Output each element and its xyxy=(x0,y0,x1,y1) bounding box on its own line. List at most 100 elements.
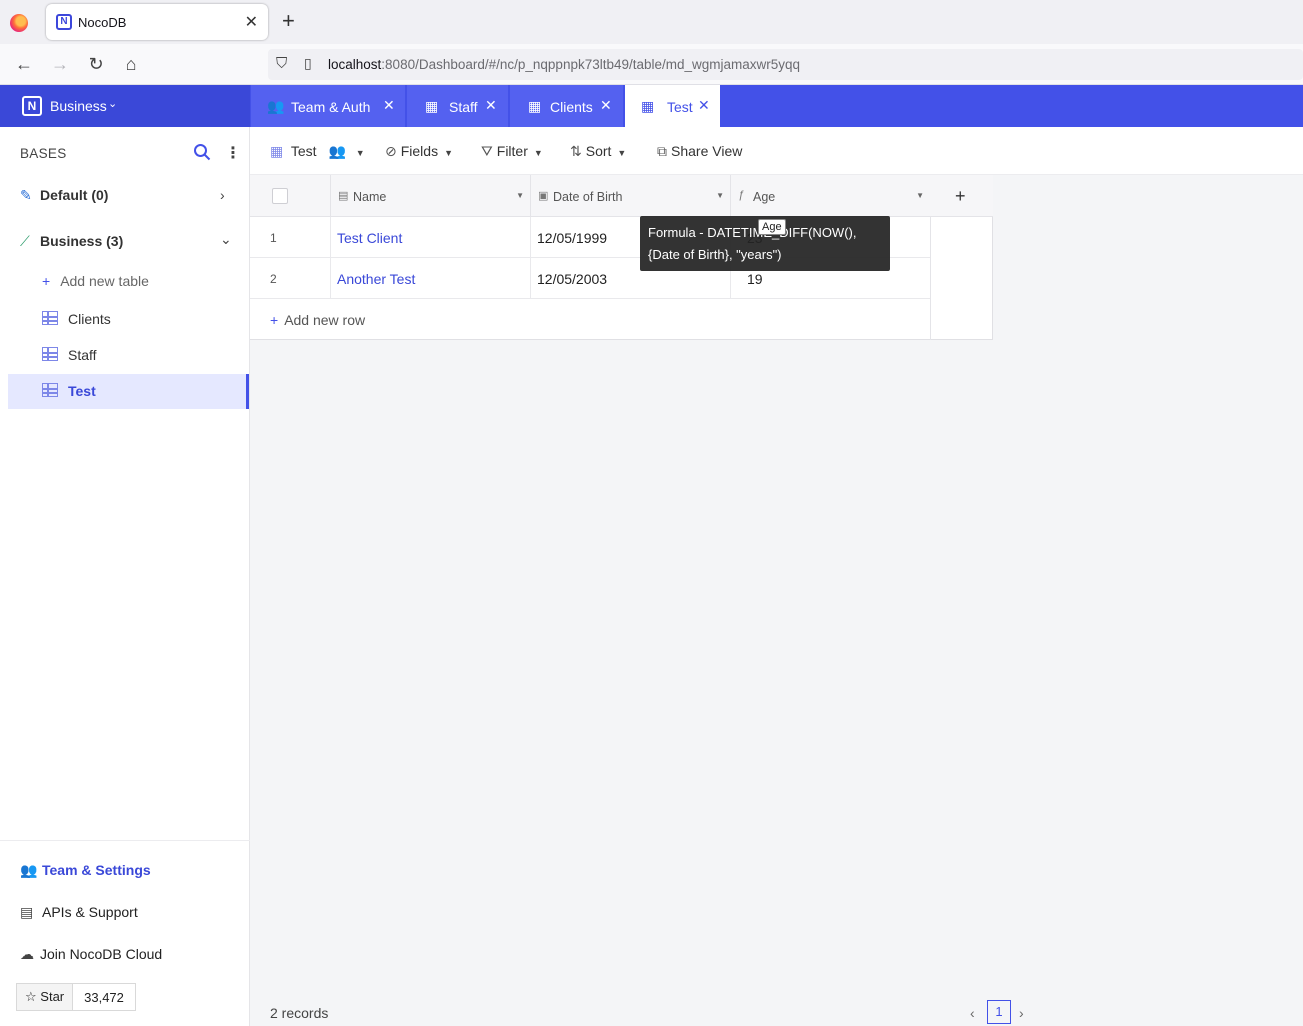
view-toolbar: ▦ Test 👥 ▼ ⊘ Fields ▼ ⛛ Filter ▼ ⇅ Sort ▼ ⧉ Sha… xyxy=(250,127,1303,175)
chevron-down-icon: ⌄ xyxy=(108,98,118,110)
nocodb-favicon-icon: N xyxy=(56,14,72,30)
caret-down-icon: ▼ xyxy=(617,148,627,158)
back-icon[interactable]: ← xyxy=(12,53,36,75)
cell-name[interactable]: Test Client xyxy=(330,217,530,258)
grid-area: ▤ Name ▼ ▣ Date of Birth ▼ ƒ Age ▼ + 1 T… xyxy=(250,175,1303,1026)
row-number: 1 xyxy=(270,231,277,245)
close-icon[interactable]: ✕ xyxy=(383,97,395,114)
join-cloud-link[interactable]: ☁ Join NocoDB Cloud xyxy=(20,946,162,963)
reload-icon[interactable]: ↻ xyxy=(84,53,108,75)
database-icon: ⟋ xyxy=(20,233,30,249)
base-business[interactable]: ⟋ Business (3) xyxy=(20,233,123,250)
caret-down-icon[interactable]: ▼ xyxy=(716,191,724,200)
browser-tabstrip: N NocoDB ✕ + xyxy=(0,0,1303,44)
sidebar-item-clients[interactable]: Clients xyxy=(8,302,249,337)
page-info-icon[interactable]: ▯ xyxy=(304,55,312,72)
project-switcher[interactable]: N Business ⌄ xyxy=(0,85,250,127)
grid-icon: ▦ xyxy=(528,98,542,114)
sidebar-item-test[interactable]: Test xyxy=(8,374,249,409)
url-text[interactable]: localhost:8080/Dashboard/#/nc/p_nqppnpk7… xyxy=(328,57,800,72)
star-icon: ☆ xyxy=(25,989,41,1004)
table-icon xyxy=(42,311,58,325)
plus-icon: + xyxy=(270,312,279,328)
close-tab-icon[interactable]: ✕ xyxy=(245,12,258,32)
sidebar-heading: BASES xyxy=(20,146,67,161)
base-default[interactable]: ✎ Default (0) xyxy=(20,187,108,204)
apis-support-link[interactable]: ▤ APIs & Support xyxy=(20,904,138,921)
grid-icon: ▦ xyxy=(425,98,439,114)
sidebar-item-staff[interactable]: Staff xyxy=(8,338,249,373)
divider xyxy=(0,840,250,841)
caret-down-icon: ▼ xyxy=(533,148,543,158)
cloud-icon: ☁ xyxy=(20,946,34,962)
grid-view-icon: ▦ xyxy=(270,143,284,159)
browser-tab[interactable]: N NocoDB ✕ xyxy=(46,4,268,40)
cell-name[interactable]: Another Test xyxy=(330,258,530,299)
tab-clients[interactable]: ▦ Clients ✕ xyxy=(510,85,624,127)
search-icon[interactable] xyxy=(193,143,211,161)
records-count: 2 records xyxy=(270,1005,329,1021)
firefox-icon[interactable] xyxy=(10,14,28,32)
tab-staff[interactable]: ▦ Staff ✕ xyxy=(407,85,509,127)
add-column-button[interactable]: + xyxy=(955,186,966,207)
add-new-row-button[interactable]: + Add new row xyxy=(270,312,365,328)
base-default-icon: ✎ xyxy=(20,187,32,203)
more-options-icon[interactable]: ⋮ xyxy=(225,143,241,163)
sort-icon: ⇅ xyxy=(570,143,582,159)
nocodb-logo-icon: N xyxy=(22,96,42,116)
sort-button[interactable]: ⇅ Sort ▼ xyxy=(570,143,626,160)
chat-icon: ▤ xyxy=(20,904,34,920)
prev-page-icon[interactable]: ‹ xyxy=(970,1005,975,1021)
caret-down-icon: ▼ xyxy=(355,148,365,158)
forward-icon[interactable]: → xyxy=(48,53,72,75)
divider xyxy=(930,217,931,340)
caret-down-icon[interactable]: ▼ xyxy=(516,191,524,200)
table-icon xyxy=(42,383,58,397)
team-settings-link[interactable]: 👥 Team & Settings xyxy=(20,862,151,879)
column-header-name[interactable]: ▤ Name ▼ xyxy=(330,175,530,217)
view-selector[interactable]: ▦ Test 👥 ▼ xyxy=(270,143,365,160)
fields-button[interactable]: ⊘ Fields ▼ xyxy=(385,143,453,160)
column-header-age[interactable]: ƒ Age ▼ xyxy=(730,175,930,217)
filter-button[interactable]: ⛛ Filter ▼ xyxy=(481,143,543,160)
app-header: N Business ⌄ 👥 Team & Auth ✕ ▦ Staff ✕ ▦… xyxy=(0,85,1303,127)
new-tab-button[interactable]: + xyxy=(282,10,295,32)
team-icon: 👥 xyxy=(20,862,38,878)
select-all-checkbox[interactable] xyxy=(272,188,288,204)
column-name-tooltip: Age xyxy=(758,219,786,235)
address-bar[interactable]: ⛉ ▯ localhost:8080/Dashboard/#/nc/p_nqpp… xyxy=(268,49,1303,80)
add-new-table-button[interactable]: + Add new table xyxy=(42,273,149,289)
caret-down-icon[interactable]: ▼ xyxy=(916,191,924,200)
current-page[interactable]: 1 xyxy=(987,1000,1011,1024)
home-icon[interactable]: ⌂ xyxy=(119,53,143,75)
close-icon[interactable]: ✕ xyxy=(485,97,497,114)
star-button[interactable]: ☆ Star xyxy=(17,984,74,1010)
sidebar: BASES ⋮ ✎ Default (0) › ⟋ Business (3) ⌄ +… xyxy=(0,127,250,1026)
share-view-button[interactable]: ⧉ Share View xyxy=(657,143,742,160)
chevron-down-icon[interactable]: ⌄ xyxy=(220,231,232,248)
browser-navbar: ← → ↻ ⌂ ⛉ ▯ localhost:8080/Dashboard/#/n… xyxy=(0,44,1303,85)
chevron-right-icon[interactable]: › xyxy=(220,187,225,203)
browser-tab-title: NocoDB xyxy=(78,15,127,30)
filter-icon: ⛛ xyxy=(481,143,493,159)
grid-footer: 2 records ‹ 1 › xyxy=(250,995,1303,1026)
team-icon: 👥 xyxy=(267,98,285,114)
collaborative-icon: 👥 xyxy=(328,143,346,159)
close-icon[interactable]: ✕ xyxy=(600,97,612,114)
caret-down-icon: ▼ xyxy=(444,148,454,158)
star-count: 33,472 xyxy=(73,984,135,1010)
calendar-icon: ▣ xyxy=(538,190,549,202)
shield-icon[interactable]: ⛉ xyxy=(276,55,287,72)
next-page-icon[interactable]: › xyxy=(1019,1005,1024,1021)
table-icon xyxy=(42,347,58,361)
plus-icon: + xyxy=(42,273,51,289)
github-star-button[interactable]: ☆ Star 33,472 xyxy=(16,983,136,1011)
share-icon: ⧉ xyxy=(657,143,667,159)
close-icon[interactable]: ✕ xyxy=(698,97,710,114)
formula-icon: ƒ xyxy=(738,189,745,201)
eye-off-icon: ⊘ xyxy=(385,143,397,159)
column-header-dob[interactable]: ▣ Date of Birth ▼ xyxy=(530,175,730,217)
row-number: 2 xyxy=(270,272,277,286)
tab-team-auth[interactable]: 👥 Team & Auth ✕ xyxy=(251,85,406,127)
tab-test[interactable]: ▦ Test ✕ xyxy=(625,85,721,127)
